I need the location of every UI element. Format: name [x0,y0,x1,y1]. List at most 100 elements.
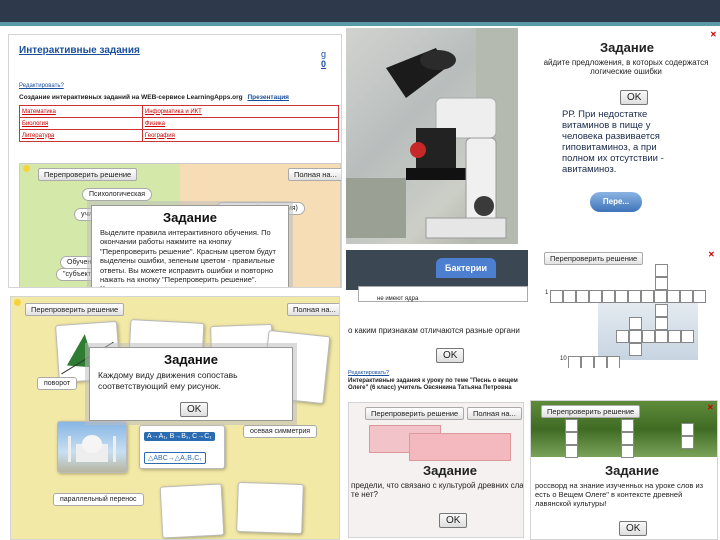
crossword-cell[interactable] [565,419,578,432]
close-icon[interactable]: ✕ [708,250,715,259]
recheck-button[interactable]: Перепроверить решение [544,252,644,265]
crossword-cell[interactable] [629,343,642,356]
close-icon[interactable]: ✕ [707,403,714,412]
table-cell[interactable]: Математика [19,105,143,118]
page-title[interactable]: Интерактивные задания [19,45,140,56]
edit-link[interactable]: Редактировать? [348,370,389,376]
tab-bacteria[interactable]: Бактерии [436,258,496,278]
panel-text-task: ✕ Задание айдите предложения, в которых … [530,28,720,244]
formula-card[interactable]: A→A₁, B→B₁, C→C₁ △ABC→△A₁B₁C₁ [139,425,225,469]
fullscreen-button[interactable]: Полная на... [467,407,522,420]
table-row: Биология Физика [19,117,340,130]
number-1: 1 [545,290,549,296]
crossword-cell[interactable] [621,432,634,445]
crossword-cell[interactable] [628,290,641,303]
letter-g[interactable]: g [321,49,326,59]
crossword-cell[interactable] [642,330,655,343]
dialog-text: о каким признакам отличаются разные орга… [348,326,520,335]
crossword-cell[interactable] [641,290,654,303]
crossword-cell[interactable] [655,277,668,290]
page-counter[interactable]: 0 [321,59,326,69]
crossword-cell[interactable] [565,445,578,458]
crossword-cell[interactable] [668,330,681,343]
picture-card[interactable] [236,481,304,535]
crossword-cell[interactable] [594,356,607,368]
dialog-text: Каждому виду движения сопоставь соответс… [98,370,238,391]
formula-2: △ABC→△A₁B₁C₁ [144,452,206,464]
crossword-cell[interactable] [667,290,680,303]
crossword-cell[interactable] [693,290,706,303]
table-cell[interactable]: Литература [19,129,143,142]
crossword-cell[interactable] [607,356,620,368]
label-rotation[interactable]: поворот [37,377,78,390]
crossword-cell[interactable] [550,290,563,303]
table-cell[interactable]: Информатика и ИКТ [141,105,340,118]
crossword-cell[interactable] [629,317,642,330]
crossword-cell[interactable] [563,290,576,303]
description: Интерактивные задания к уроку по теме "П… [348,378,518,392]
dialog-title: Задание [605,463,659,478]
question-text: РР. При недостатке витаминов в пище у че… [562,109,664,175]
lightbulb-icon [23,165,30,172]
table-row: Литература География [19,129,340,142]
ok-button[interactable]: OK [180,402,209,417]
crossword-cell[interactable] [621,419,634,432]
recheck-button[interactable]: Перепроверить решение [365,407,465,420]
crossword-cell[interactable] [568,356,581,368]
dialog-text: Выделите правила интерактивного обучения… [100,228,276,287]
fullscreen-button[interactable]: Полная на... [287,303,339,316]
ok-button[interactable]: OK [619,521,648,536]
table-row: Математика Информатика и ИКТ [19,105,340,118]
ok-button[interactable]: OK [436,348,465,363]
crossword-cell[interactable] [655,264,668,277]
ok-button[interactable]: OK [439,513,468,528]
crossword-cell[interactable] [629,330,642,343]
subjects-table: Математика Информатика и ИКТ Биология Фи… [19,105,340,142]
card-stack [409,433,511,461]
edit-link[interactable]: Редактировать? [19,83,64,89]
crossword-cell[interactable] [654,290,667,303]
crossword-cell[interactable] [680,290,693,303]
fullscreen-button[interactable]: Полная на... [288,168,341,181]
close-icon[interactable]: ✕ [710,30,717,39]
crossword-cell[interactable] [565,432,578,445]
recheck-button[interactable]: Перепроверить решение [38,168,138,181]
task-dialog: Задание Каждому виду движения сопоставь … [89,347,293,421]
presentation-link[interactable]: Презентация [247,94,289,101]
recheck-button[interactable]: Пере... [590,192,642,212]
crossword-cell[interactable] [655,317,668,330]
crossword-cell[interactable] [655,330,668,343]
recheck-button[interactable]: Перепроверить решение [25,303,125,316]
dialog-title: Задание [600,40,654,55]
description-text: Создание интерактивных заданий на WEB-се… [19,94,243,101]
recheck-button[interactable]: Перепроверить решение [541,405,641,418]
table-cell[interactable]: Биология [19,117,143,130]
crossword-cell[interactable] [681,330,694,343]
picture-card[interactable] [159,483,225,539]
crossword-cell[interactable] [681,423,694,436]
crossword-cell[interactable] [615,290,628,303]
title-bar-accent [0,22,720,26]
ok-button[interactable]: OK [620,90,649,105]
crossword-cell[interactable] [681,436,694,449]
crossword-cell[interactable] [576,290,589,303]
crossword-cell[interactable] [616,330,629,343]
crossword-cell[interactable] [581,356,594,368]
dialog-text: айдите предложения, в которых содержатся… [543,58,709,76]
dialog-text: россворд на знание изученных на уроке сл… [535,481,704,508]
table-cell[interactable]: География [141,129,340,142]
strip-text: не имеют ядра [377,296,419,302]
crossword-cell[interactable] [621,445,634,458]
crossword-cell[interactable] [602,290,615,303]
description: Создание интерактивных заданий на WEB-се… [19,94,289,101]
label-psychological[interactable]: Психологическая [82,188,153,201]
table-cell[interactable]: Физика [141,117,340,130]
panel-bacteria: Бактерии не имеют ядра о каким признакам… [346,250,528,368]
crossword-cell[interactable] [589,290,602,303]
lightbulb-icon [14,299,21,306]
picture-card-palace[interactable] [57,421,127,473]
label-parallel-transfer[interactable]: параллельный перенос [53,493,144,506]
crossword-cell[interactable] [655,304,668,317]
panel-geometry: Перепроверить решение Полная на... повор… [10,296,340,540]
label-axial-symmetry[interactable]: осевая симметрия [243,425,318,438]
